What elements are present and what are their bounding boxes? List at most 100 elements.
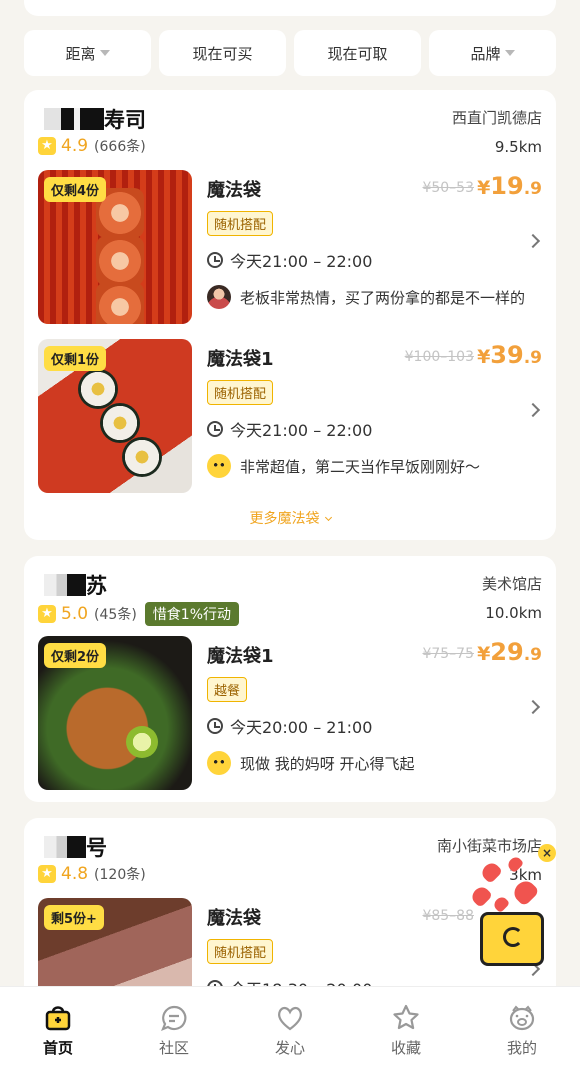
store-rating: ★ 4.9 (666条) [38, 136, 146, 156]
original-price: ¥85–88 [422, 908, 474, 924]
tab-donate[interactable]: 发心 [232, 987, 348, 1080]
offer-row[interactable]: 仅剩4份 魔法袋 ¥50–53 ¥19.9 随机搭配 今天21:00 – 22:… [24, 166, 556, 335]
floating-mascot-promo[interactable]: × [468, 842, 558, 972]
sale-price: ¥19.9 [477, 172, 542, 200]
heart-icon [478, 859, 504, 885]
close-icon[interactable]: × [538, 844, 556, 862]
tab-label: 收藏 [390, 1039, 421, 1057]
star-icon: ★ [38, 605, 56, 623]
offer-type-tag: 随机搭配 [207, 211, 274, 236]
tab-label: 社区 [158, 1039, 189, 1057]
store-rating: ★ 5.0 (45条) 惜食1%行动 [38, 602, 240, 626]
more-bags-link[interactable]: 更多魔法袋 [24, 508, 556, 528]
chevron-down-icon [324, 513, 332, 522]
heart-icon [468, 883, 494, 909]
offer-title: 魔法袋 [207, 908, 261, 929]
bag-icon [45, 1006, 71, 1031]
promo-badge: 惜食1%行动 [144, 602, 240, 626]
offer-photo: 仅剩2份 [38, 636, 192, 790]
tab-home[interactable]: 首页 [0, 987, 116, 1080]
stock-badge: 仅剩1份 [44, 346, 107, 371]
offer-title: 魔法袋1 [207, 349, 274, 370]
store-header: 苏 美术馆店 ★ 5.0 (45条) 惜食1%行动 10.0km [24, 556, 556, 632]
store-card[interactable]: 寿司 西直门凯德店 ★ 4.9 (666条) 9.5km 仅剩4份 魔法袋 ¥5… [24, 90, 556, 540]
previous-card-bottom [24, 0, 556, 16]
tab-community[interactable]: 社区 [116, 987, 232, 1080]
rating-score: 5.0 [61, 604, 89, 624]
mascot-avatar [207, 454, 231, 478]
sale-price: ¥29.9 [477, 638, 542, 666]
original-price: ¥75–75 [422, 646, 474, 662]
store-header: 寿司 西直门凯德店 ★ 4.9 (666条) 9.5km [24, 90, 556, 166]
store-distance: 10.0km [485, 604, 542, 622]
filter-distance[interactable]: 距离 [24, 30, 151, 76]
chevron-right-icon[interactable] [525, 699, 541, 715]
star-icon: ★ [38, 865, 56, 883]
filter-label: 现在可取 [327, 44, 388, 63]
magic-bag-icon [480, 912, 544, 966]
offer-type-tag: 随机搭配 [207, 939, 274, 964]
tab-profile[interactable]: 我的 [464, 987, 580, 1080]
store-name: 苏 [44, 570, 107, 600]
filter-label: 现在可买 [192, 44, 253, 63]
pig-icon [509, 1005, 535, 1031]
pickup-time: 今天21:00 – 22:00 [207, 248, 372, 272]
clock-icon [207, 421, 223, 437]
offer-photo: 仅剩1份 [38, 339, 192, 493]
stock-badge: 剩5份+ [44, 905, 104, 930]
stock-badge: 仅剩2份 [44, 643, 107, 668]
top-review: 老板非常热情，买了两份拿的都是不一样的 [207, 285, 542, 309]
chevron-right-icon[interactable] [525, 233, 541, 249]
rating-count: (666条) [94, 139, 146, 155]
caret-down-icon [99, 50, 110, 56]
redacted-text [44, 108, 104, 130]
offer-type-tag: 越餐 [207, 677, 248, 702]
tab-label: 发心 [274, 1039, 305, 1057]
offer-type-tag: 随机搭配 [207, 380, 274, 405]
store-branch: 西直门凯德店 [451, 109, 542, 127]
redacted-text [44, 836, 86, 858]
store-name: 寿司 [44, 104, 146, 134]
filter-buy-now[interactable]: 现在可买 [159, 30, 286, 76]
stock-badge: 仅剩4份 [44, 177, 107, 202]
top-review: 非常超值，第二天当作早饭刚刚好～ [207, 454, 542, 478]
user-avatar [207, 285, 231, 309]
store-rating: ★ 4.8 (120条) [38, 864, 146, 884]
redacted-text [44, 574, 86, 596]
filter-label: 距离 [65, 44, 96, 63]
heart-icon [491, 894, 511, 914]
filter-label: 品牌 [470, 44, 501, 63]
offer-row[interactable]: 仅剩1份 魔法袋1 ¥100–103 ¥39.9 随机搭配 今天21:00 – … [24, 335, 556, 504]
tab-label: 我的 [506, 1039, 537, 1057]
store-card[interactable]: 苏 美术馆店 ★ 5.0 (45条) 惜食1%行动 10.0km 仅剩2份 魔法… [24, 556, 556, 802]
rating-count: (45条) [94, 607, 137, 623]
offer-title: 魔法袋 [207, 180, 261, 201]
store-name: 号 [44, 832, 107, 862]
caret-down-icon [504, 50, 515, 56]
rating-count: (120条) [94, 867, 146, 883]
heart-icon [510, 877, 540, 907]
store-branch: 美术馆店 [481, 575, 542, 593]
chat-icon [161, 1005, 187, 1031]
store-distance: 9.5km [494, 138, 542, 156]
offer-row[interactable]: 仅剩2份 魔法袋1 ¥75–75 ¥29.9 越餐 今天20:00 – 21:0… [24, 632, 556, 801]
filter-pickup-now[interactable]: 现在可取 [294, 30, 421, 76]
heart-icon [278, 1006, 302, 1031]
clock-icon [207, 718, 223, 734]
filter-bar: 距离 现在可买 现在可取 品牌 [24, 30, 556, 76]
star-icon [393, 1004, 419, 1030]
star-icon: ★ [38, 137, 56, 155]
offer-title: 魔法袋1 [207, 646, 274, 667]
top-review: 现做 我的妈呀 开心得飞起 [207, 751, 542, 775]
sale-price: ¥39.9 [477, 341, 542, 369]
tab-favorites[interactable]: 收藏 [348, 987, 464, 1080]
pickup-time: 今天20:00 – 21:00 [207, 714, 372, 738]
heart-icon [505, 854, 525, 874]
clock-icon [207, 252, 223, 268]
filter-brand[interactable]: 品牌 [429, 30, 556, 76]
original-price: ¥50–53 [422, 180, 474, 196]
rating-score: 4.9 [61, 136, 89, 156]
original-price: ¥100–103 [404, 349, 474, 365]
mascot-avatar [207, 751, 231, 775]
chevron-right-icon[interactable] [525, 402, 541, 418]
